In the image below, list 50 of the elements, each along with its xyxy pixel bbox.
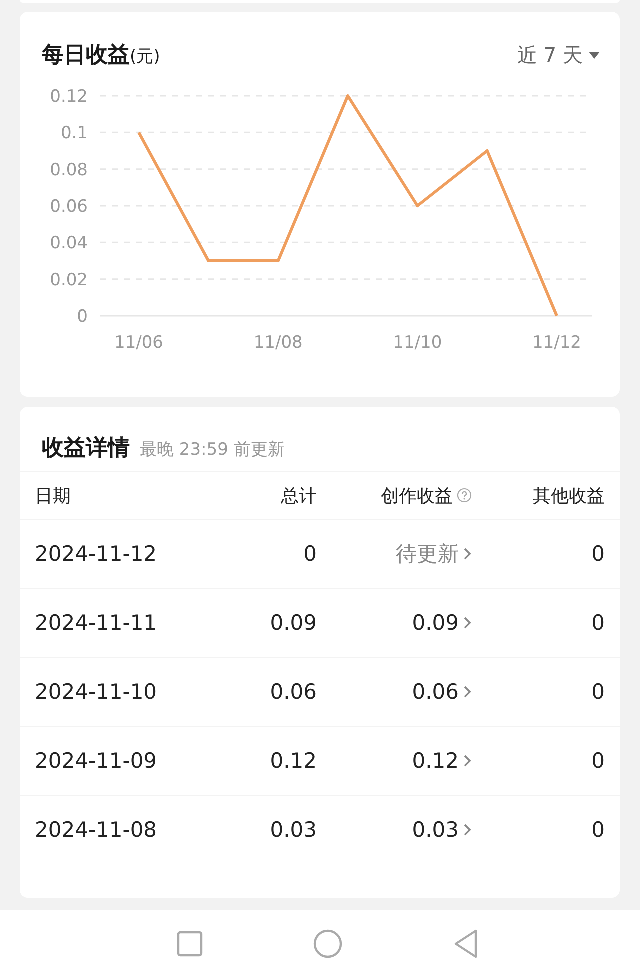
table-cell-text: 2024-11-09 — [35, 749, 158, 773]
axis-label: 11/08 — [254, 333, 303, 353]
card-title: 收益详情 — [42, 435, 130, 463]
back-icon[interactable] — [452, 929, 478, 959]
column-header: 总计 — [281, 484, 317, 508]
table-cell: 0 — [304, 542, 317, 566]
table-cell: 0.06 — [270, 680, 317, 704]
table-cell: 0.12 — [270, 749, 317, 773]
help-icon[interactable] — [457, 488, 472, 503]
axis-label: 0.08 — [50, 160, 88, 180]
chevron-icon — [463, 547, 472, 561]
table-cell-text: 2024-11-08 — [35, 818, 158, 842]
axis-label: 0 — [77, 307, 88, 327]
table-cell: 0 — [592, 611, 605, 635]
axis-label: 11/10 — [393, 333, 442, 353]
axis-label: 0.02 — [50, 270, 88, 290]
unit-label: (元) — [130, 46, 160, 68]
axis-label: 0.12 — [50, 87, 88, 107]
column-header: 创作收益 — [381, 484, 453, 508]
chevron-icon — [463, 685, 472, 699]
chevron-icon — [463, 754, 472, 768]
axis-label: 11/06 — [114, 333, 164, 353]
update-note: 最晚 23:59 前更新 — [140, 439, 285, 461]
earnings-link[interactable]: 0.06 — [412, 680, 472, 704]
axis-label: 11/12 — [532, 333, 582, 353]
home-icon[interactable] — [312, 929, 342, 959]
range-dropdown[interactable]: 近 7 天 — [518, 42, 600, 68]
column-header: 日期 — [35, 484, 72, 508]
earnings-link[interactable]: 0.09 — [412, 611, 472, 635]
recents-icon[interactable] — [176, 931, 202, 957]
table-cell-text: 2024-11-11 — [35, 611, 158, 635]
earnings-link[interactable]: 0.12 — [412, 749, 472, 773]
table-cell: 0 — [592, 542, 605, 566]
table-cell: 0 — [592, 680, 605, 704]
card-title: 每日收益 — [42, 42, 130, 70]
earnings-link[interactable]: 待更新 — [396, 540, 472, 568]
table-cell-text: 2024-11-10 — [35, 680, 158, 704]
table-cell: 0 — [592, 818, 605, 842]
table-cell: 0.03 — [270, 818, 317, 842]
chevron-icon — [463, 823, 472, 837]
earnings-link[interactable]: 0.03 — [412, 818, 472, 842]
axis-label: 0.04 — [50, 234, 88, 254]
table-cell-text: 2024-11-12 — [35, 542, 158, 566]
table-cell: 0 — [592, 749, 605, 773]
axis-label: 0.06 — [50, 197, 88, 217]
column-header: 其他收益 — [533, 484, 605, 508]
chevron-icon — [463, 616, 472, 630]
caret-icon — [589, 52, 600, 58]
axis-label: 0.1 — [60, 124, 88, 144]
table-cell: 0.09 — [270, 611, 317, 635]
